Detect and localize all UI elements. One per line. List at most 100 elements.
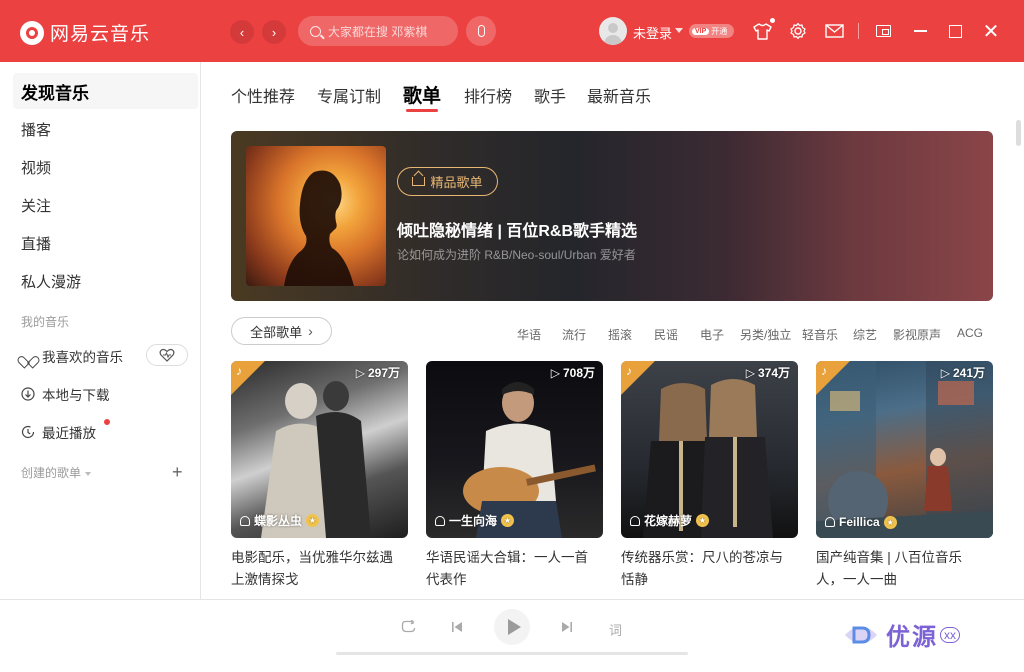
download-icon — [21, 387, 35, 401]
sidebar-item-recent[interactable]: 最近播放 — [21, 422, 96, 442]
title-line: 国产纯音集 | 八百位音乐 — [816, 550, 963, 565]
tab-artists[interactable]: 歌手 — [534, 83, 566, 107]
add-playlist-icon[interactable]: + — [172, 462, 183, 483]
music-note-icon: ♪ — [626, 364, 632, 378]
creator-name: Feillica — [839, 515, 880, 529]
creator-name: 花嫁赫萝 — [644, 514, 693, 528]
created-playlists-header[interactable]: 创建的歌单 — [21, 464, 92, 481]
sidebar-item-label: 本地与下载 — [42, 388, 110, 403]
genre-tag[interactable]: 综艺 — [853, 326, 877, 343]
playlist-card[interactable]: ♪ 241万 Feillica ★ 国产纯音集 | 八百位音乐 人，一人一曲 — [816, 361, 993, 591]
heartbeat-icon — [159, 348, 175, 362]
verified-badge-icon: ★ — [696, 514, 710, 527]
tab-charts[interactable]: 排行榜 — [464, 83, 512, 107]
creator[interactable]: 蝶影丛虫 ★ — [240, 512, 320, 529]
sidebar-item-live[interactable]: 直播 — [13, 225, 198, 261]
title-line: 恬静 — [621, 572, 648, 587]
maximize-button[interactable] — [945, 21, 965, 41]
genre-tag[interactable]: 摇滚 — [608, 326, 632, 343]
sidebar-item-liked-music[interactable]: 我喜欢的音乐 — [21, 346, 123, 366]
sidebar-item-local-download[interactable]: 本地与下载 — [21, 384, 110, 404]
playlist-title[interactable]: 华语民谣大合辑：一人一首 代表作 — [426, 547, 603, 591]
title-line: 华语民谣大合辑：一人一首 — [426, 550, 588, 565]
banner-subtitle: 论如何成为进阶 R&B/Neo-soul/Urban 爱好者 — [397, 248, 636, 262]
sidebar-item-video[interactable]: 视频 — [13, 149, 198, 185]
all-playlists-button[interactable]: 全部歌单 › — [231, 317, 332, 345]
next-icon[interactable] — [561, 620, 573, 637]
forward-button[interactable]: › — [262, 20, 286, 44]
tab-playlists[interactable]: 歌单 — [403, 81, 441, 108]
title-line: 代表作 — [426, 572, 467, 587]
playlist-title[interactable]: 电影配乐，当优雅华尔兹遇 上激情探戈 — [231, 547, 408, 591]
playlist-title[interactable]: 传统器乐赏：尺八的苍凉与 恬静 — [621, 547, 798, 591]
sidebar: 发现音乐 播客 视频 关注 直播 私人漫游 我的音乐 我喜欢的音乐 本地与下载 … — [0, 62, 201, 599]
genre-tag[interactable]: 电子 — [700, 326, 724, 343]
playlist-title[interactable]: 国产纯音集 | 八百位音乐 人，一人一曲 — [816, 547, 993, 591]
loop-mode-icon[interactable] — [401, 619, 416, 637]
mail-icon[interactable] — [824, 21, 844, 41]
creator[interactable]: Feillica ★ — [825, 515, 897, 529]
playlist-cover[interactable]: ♪ 241万 Feillica ★ — [816, 361, 993, 538]
lyrics-button[interactable]: 词 — [609, 620, 622, 639]
title-line: 电影配乐，当优雅华尔兹遇 — [231, 550, 393, 565]
chevron-right-icon: › — [308, 323, 313, 339]
clock-icon — [21, 425, 35, 439]
watermark-logo: 优源 xx — [842, 617, 960, 652]
playlist-card[interactable]: 708万 一生向海 ★ 华语民谣大合辑：一人一首 代表作 — [426, 361, 603, 591]
watermark-icon — [845, 626, 877, 643]
genre-tag[interactable]: 另类/独立 — [740, 326, 791, 343]
tab-custom[interactable]: 专属订制 — [317, 83, 381, 107]
tab-personal[interactable]: 个性推荐 — [231, 83, 295, 107]
mini-mode-button[interactable] — [873, 21, 893, 41]
main-content: 个性推荐 专属订制 歌单 排行榜 歌手 最新音乐 精品歌单 倾吐隐秘情绪 | 百… — [201, 62, 1024, 599]
app-logo[interactable]: 网易云音乐 — [20, 19, 150, 46]
progress-bar[interactable] — [336, 652, 688, 655]
vip-badge[interactable]: VIP 开通 — [689, 24, 734, 38]
creator-name: 一生向海 — [449, 514, 498, 528]
genre-tag[interactable]: ACG — [957, 326, 983, 340]
play-button[interactable] — [494, 609, 530, 645]
playlist-card[interactable]: ♪ 374万 花嫁赫萝 ★ 传统器乐赏：尺八的苍凉与 恬静 — [621, 361, 798, 591]
avatar[interactable] — [599, 17, 627, 45]
playlist-cover[interactable]: ♪ 297万 蝶影丛虫 ★ — [231, 361, 408, 538]
heartbeat-mode-button[interactable] — [146, 344, 188, 366]
chevron-down-icon[interactable] — [675, 28, 683, 33]
genre-tag[interactable]: 影视原声 — [893, 326, 941, 343]
chevron-down-icon — [85, 471, 92, 476]
featured-banner[interactable]: 精品歌单 倾吐隐秘情绪 | 百位R&B歌手精选 论如何成为进阶 R&B/Neo-… — [231, 131, 993, 301]
login-link[interactable]: 未登录 — [633, 23, 672, 42]
sidebar-item-follow[interactable]: 关注 — [13, 187, 198, 223]
search-placeholder: 大家都在搜 邓紫棋 — [328, 24, 428, 39]
playlist-cover[interactable]: 708万 一生向海 ★ — [426, 361, 603, 538]
banner-cover-image — [246, 146, 386, 286]
genre-tag[interactable]: 流行 — [562, 326, 586, 343]
title-line: 上激情探戈 — [231, 572, 299, 587]
premium-playlist-badge[interactable]: 精品歌单 — [397, 167, 498, 196]
genre-tag[interactable]: 轻音乐 — [802, 326, 838, 343]
search-input[interactable]: 大家都在搜 邓紫棋 — [298, 16, 458, 46]
sidebar-item-private-fm[interactable]: 私人漫游 — [13, 263, 198, 299]
creator[interactable]: 一生向海 ★ — [435, 512, 515, 529]
previous-icon[interactable] — [451, 620, 463, 637]
scrollbar[interactable] — [1016, 120, 1021, 146]
banner-title: 倾吐隐秘情绪 | 百位R&B歌手精选 — [397, 223, 638, 240]
player-bar: 词 优源 xx — [0, 599, 1024, 672]
genre-tag[interactable]: 民谣 — [654, 326, 678, 343]
playlist-cover[interactable]: ♪ 374万 花嫁赫萝 ★ — [621, 361, 798, 538]
creator[interactable]: 花嫁赫萝 ★ — [630, 512, 710, 529]
genre-tag[interactable]: 华语 — [517, 326, 541, 343]
tab-new-music[interactable]: 最新音乐 — [587, 83, 651, 107]
sidebar-item-discover[interactable]: 发现音乐 — [13, 73, 198, 109]
sidebar-item-podcast[interactable]: 播客 — [13, 111, 198, 147]
playlist-card[interactable]: ♪ 297万 蝶影丛虫 ★ 电影配乐，当优雅华尔兹遇 上激情探戈 — [231, 361, 408, 591]
skin-icon[interactable] — [752, 21, 772, 41]
titlebar-divider — [858, 23, 859, 39]
all-playlists-label: 全部歌单 — [250, 324, 303, 340]
back-button[interactable]: ‹ — [230, 20, 254, 44]
settings-gear-icon[interactable] — [788, 21, 808, 41]
close-button[interactable]: ✕ — [981, 21, 1001, 43]
minimize-button[interactable] — [910, 21, 930, 41]
sidebar-item-label: 我喜欢的音乐 — [42, 350, 123, 365]
heart-icon — [21, 349, 35, 363]
voice-search-button[interactable] — [466, 16, 496, 46]
